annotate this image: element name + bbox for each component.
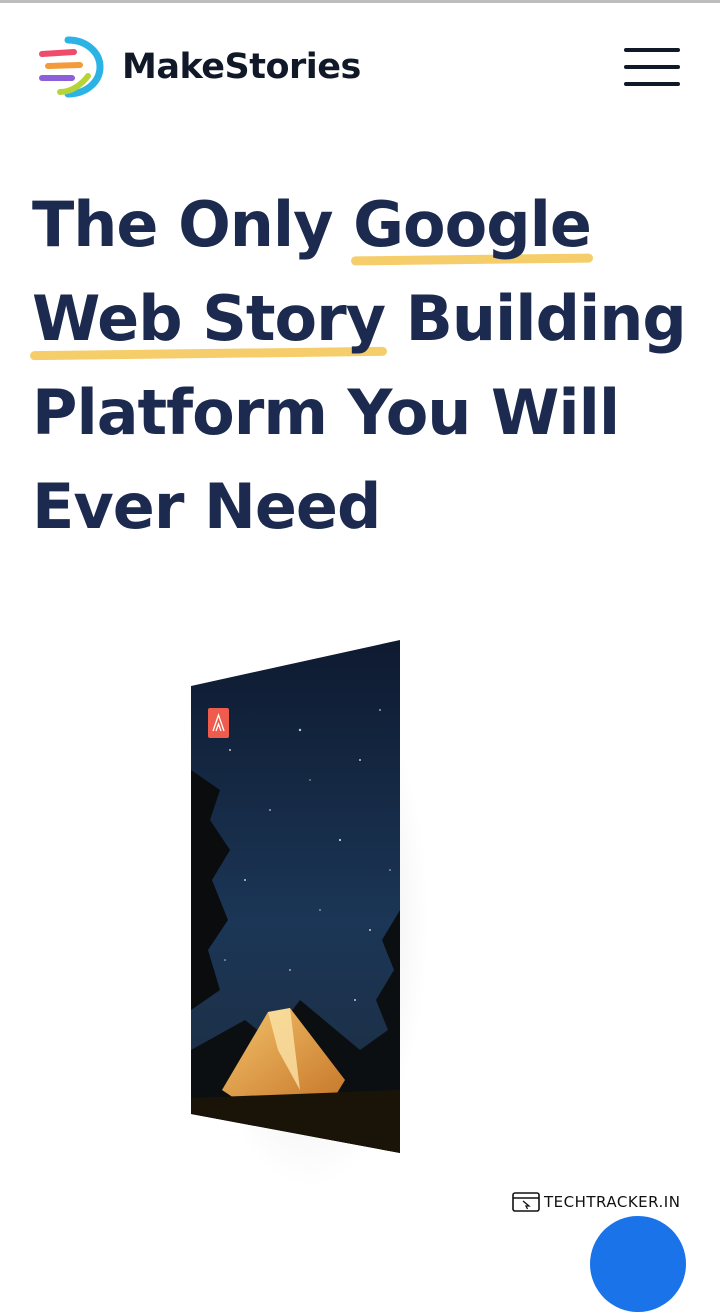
menu-bar <box>624 48 680 52</box>
site-header: MakeStories <box>0 0 720 120</box>
hero-line3-text: Platform You Will <box>32 376 620 449</box>
menu-bar <box>624 82 680 86</box>
story-preview-card <box>191 640 400 1153</box>
browser-icon <box>512 1192 540 1212</box>
story-preview <box>150 620 470 1200</box>
menu-bar <box>624 65 680 69</box>
hero-line4-text: Ever Need <box>32 470 381 543</box>
makestories-logo-icon <box>39 36 104 98</box>
hero-highlight-google: Google <box>353 178 592 272</box>
chat-button[interactable] <box>590 1216 686 1312</box>
watermark-text: TECHTRACKER.IN <box>544 1193 681 1211</box>
brand-name: MakeStories <box>122 46 361 87</box>
watermark: TECHTRACKER.IN <box>512 1192 680 1212</box>
hero-line2-text: Building <box>385 282 687 355</box>
hero-highlight-web-story: Web Story <box>32 272 386 366</box>
hero-heading: The Only Google Web Story Building Platfor… <box>32 178 712 554</box>
hamburger-menu-icon[interactable] <box>624 48 682 88</box>
brand-logo[interactable]: MakeStories <box>38 34 361 100</box>
hero-line1-text: The Only <box>32 188 354 261</box>
